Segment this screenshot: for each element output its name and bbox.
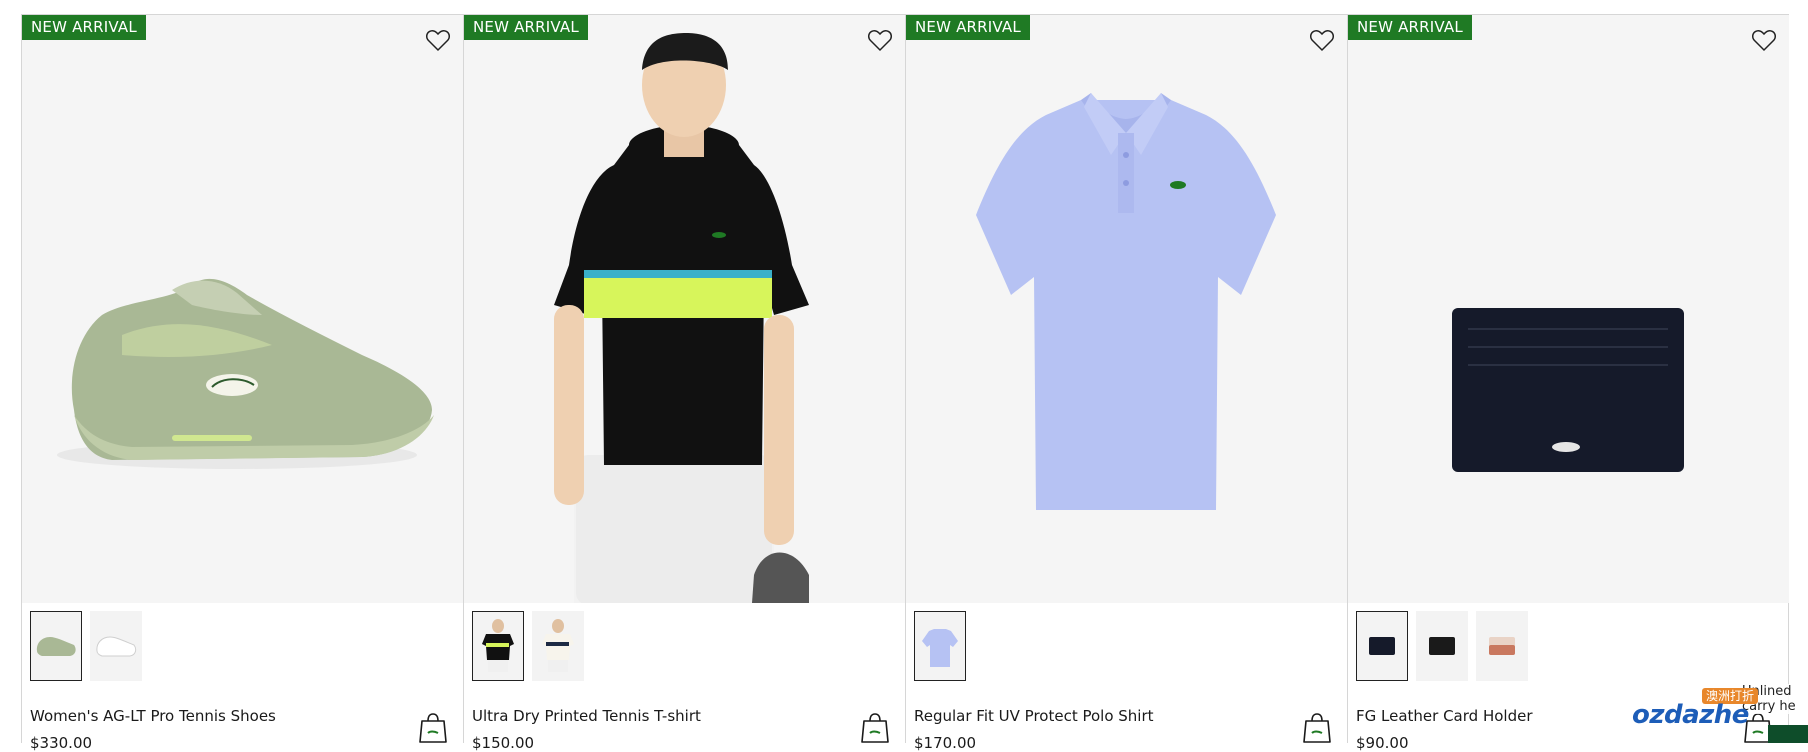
green-corner-block [1768,725,1808,743]
heart-icon[interactable] [867,28,893,52]
shoe-swatch-image [96,636,137,657]
tshirt-swatch-image [542,619,574,672]
swatch-sage-green[interactable] [30,611,82,681]
product-price: $90.00 [1356,734,1409,752]
shopping-bag-icon[interactable] [419,712,447,744]
new-arrival-badge: NEW ARRIVAL [1348,15,1472,40]
swatch-navy[interactable] [1356,611,1408,681]
tshirt-model-image [554,33,809,603]
product-card[interactable]: NEW ARRIVAL Ultra Dry Printed Tennis T-s… [463,14,905,752]
polo-shirt-image [976,93,1276,510]
tennis-shoe-image [57,278,434,469]
tshirt-swatch-image [482,619,514,672]
color-swatches [914,611,966,681]
card-holder-swatch-image [1369,637,1395,655]
heart-icon[interactable] [425,28,451,52]
card-holder-swatch-image [1429,637,1455,655]
swatch-light-blue[interactable] [914,611,966,681]
card-holder-swatch-image [1489,637,1515,655]
heart-icon[interactable] [1751,28,1777,52]
card-holder-image [1452,308,1684,472]
shopping-bag-icon[interactable] [1303,712,1331,744]
product-card[interactable]: NEW ARRIVAL Regular Fit UV Protect Polo … [905,14,1347,752]
swatch-black[interactable] [472,611,524,681]
product-price: $170.00 [914,734,977,752]
product-image[interactable]: NEW ARRIVAL [464,15,905,603]
product-price: $150.00 [472,734,535,752]
product-name[interactable]: Regular Fit UV Protect Polo Shirt [914,707,1154,725]
product-card[interactable]: NEW ARRIVAL FG Leather Card Holder $90.0… [1347,14,1789,752]
product-name[interactable]: Women's AG-LT Pro Tennis Shoes [30,707,276,725]
swatch-black[interactable] [1416,611,1468,681]
swatch-tan[interactable] [1476,611,1528,681]
product-card[interactable]: NEW ARRIVAL Women's AG-LT Pro Tennis Sho… [21,14,463,752]
swatch-white[interactable] [90,611,142,681]
shoe-swatch-image [36,637,76,656]
watermark-overlay: Unlined carry he 澳洲打折 ozdazhe [1622,680,1808,743]
product-name[interactable]: FG Leather Card Holder [1356,707,1532,725]
polo-swatch-image [922,629,958,667]
product-image[interactable]: NEW ARRIVAL [1348,15,1789,603]
product-image[interactable]: NEW ARRIVAL [22,15,463,603]
product-image[interactable]: NEW ARRIVAL [906,15,1347,603]
product-grid: NEW ARRIVAL Women's AG-LT Pro Tennis Sho… [21,14,1789,752]
new-arrival-badge: NEW ARRIVAL [906,15,1030,40]
product-price: $330.00 [30,734,93,752]
color-swatches [30,611,142,681]
product-name[interactable]: Ultra Dry Printed Tennis T-shirt [472,707,701,725]
color-swatches [472,611,584,681]
color-swatches [1356,611,1528,681]
swatch-white[interactable] [532,611,584,681]
new-arrival-badge: NEW ARRIVAL [22,15,146,40]
heart-icon[interactable] [1309,28,1335,52]
shopping-bag-icon[interactable] [861,712,889,744]
watermark-logo: ozdazhe [1632,700,1749,730]
new-arrival-badge: NEW ARRIVAL [464,15,588,40]
